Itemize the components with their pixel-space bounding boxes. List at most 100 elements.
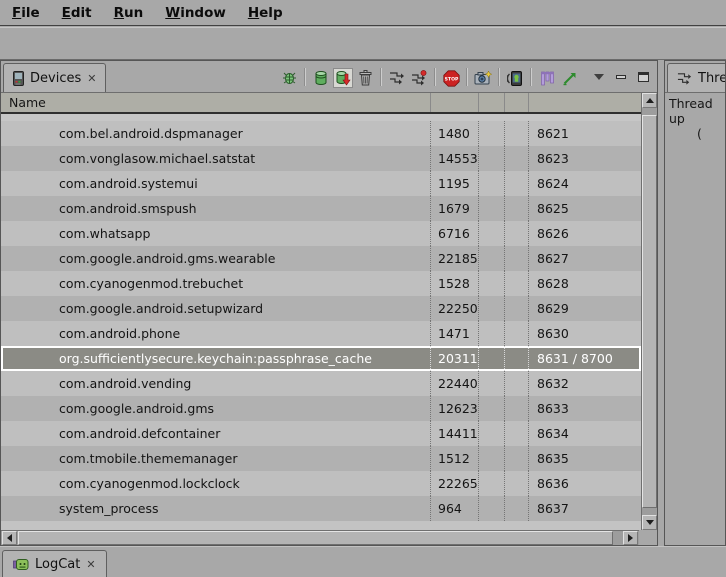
menu-item[interactable]: Edit <box>54 3 100 23</box>
view-menu-button[interactable] <box>591 69 607 85</box>
process-port: 8634 <box>529 421 641 446</box>
tab-threads[interactable]: Threads <box>667 63 726 92</box>
menu-item[interactable]: Window <box>157 3 234 23</box>
scroll-right-button[interactable] <box>623 531 638 545</box>
android-device-button[interactable] <box>505 68 525 88</box>
stop-process-button[interactable]: STOP <box>441 68 461 88</box>
table-row[interactable]: com.android.vending 22440 8632 <box>1 371 641 396</box>
table-row[interactable]: com.google.android.gms 12623 8633 <box>1 396 641 421</box>
process-name: com.android.vending <box>1 371 431 396</box>
process-col3 <box>479 271 505 296</box>
table-row[interactable]: com.bel.android.dspmanager 1480 8621 <box>1 121 641 146</box>
tab-devices-close-icon[interactable]: ✕ <box>87 72 96 85</box>
table-row[interactable]: com.google.android.gms.wearable 22185 86… <box>1 246 641 271</box>
table-row[interactable]: com.whatsapp 6716 8626 <box>1 221 641 246</box>
process-name: com.google.android.setupwizard <box>1 296 431 321</box>
table-row[interactable]: com.vonglasow.michael.satstat 14553 8623 <box>1 146 641 171</box>
menu-item[interactable]: File <box>4 3 48 23</box>
table-row[interactable]: com.cyanogenmod.lockclock 22265 8636 <box>1 471 641 496</box>
table-row[interactable]: com.android.systemui 1195 8624 <box>1 171 641 196</box>
process-col3 <box>479 396 505 421</box>
vertical-scrollbar[interactable] <box>641 93 657 530</box>
dump-hprof-button[interactable] <box>333 68 353 88</box>
process-name: system_process <box>1 496 431 521</box>
minimize-button[interactable] <box>613 69 629 85</box>
cause-gc-button[interactable] <box>355 68 375 88</box>
column-header-name[interactable]: Name <box>1 93 431 112</box>
tab-logcat-close-icon[interactable]: ✕ <box>86 558 95 571</box>
threads-message-line1: Thread up <box>669 96 725 126</box>
process-col4 <box>505 471 529 496</box>
update-heap-button[interactable] <box>311 68 331 88</box>
process-pid: 1195 <box>431 171 479 196</box>
column-header-c4[interactable] <box>505 93 529 112</box>
bug-icon <box>281 70 298 86</box>
process-col4 <box>505 496 529 521</box>
process-col4 <box>505 321 529 346</box>
partial-row-sliver <box>1 114 641 121</box>
process-port: 8627 <box>529 246 641 271</box>
threads-tabbar: Threads <box>665 61 725 93</box>
process-col3 <box>479 221 505 246</box>
process-name: org.sufficientlysecure.keychain:passphra… <box>1 346 431 371</box>
process-name: com.google.android.gms <box>1 396 431 421</box>
process-col4 <box>505 396 529 421</box>
toolbar-separator <box>380 68 382 86</box>
process-port: 8628 <box>529 271 641 296</box>
scroll-up-button[interactable] <box>642 93 657 108</box>
table-row[interactable]: com.tmobile.thememanager 1512 8635 <box>1 446 641 471</box>
table-row[interactable]: com.cyanogenmod.trebuchet 1528 8628 <box>1 271 641 296</box>
table-row[interactable]: system_process 964 8637 <box>1 496 641 521</box>
table-row[interactable]: com.android.phone 1471 8630 <box>1 321 641 346</box>
start-method-profiling-button[interactable] <box>409 68 429 88</box>
opengl-trace-button[interactable] <box>559 68 579 88</box>
threads-message: Thread up ( <box>665 93 725 141</box>
process-name: com.whatsapp <box>1 221 431 246</box>
scroll-down-button[interactable] <box>642 515 657 530</box>
column-header-port[interactable] <box>529 93 641 112</box>
horizontal-scrollbar[interactable] <box>1 530 639 545</box>
scroll-left-button[interactable] <box>2 531 17 545</box>
table-row[interactable]: org.sufficientlysecure.keychain:passphra… <box>1 346 641 371</box>
debug-process-button[interactable] <box>279 68 299 88</box>
horizontal-scroll-thumb[interactable] <box>18 531 613 545</box>
menu-item[interactable]: Run <box>106 3 152 23</box>
android-phone-icon <box>507 70 523 87</box>
process-pid: 20311 <box>431 346 479 371</box>
process-port: 8624 <box>529 171 641 196</box>
update-threads-button[interactable] <box>387 68 407 88</box>
arrow-right-icon <box>628 534 633 542</box>
screen-capture-button[interactable] <box>473 68 493 88</box>
toolbar-separator <box>434 68 436 86</box>
process-col3 <box>479 246 505 271</box>
table-row[interactable]: com.android.defcontainer 14411 8634 <box>1 421 641 446</box>
svg-text:STOP: STOP <box>444 76 458 82</box>
process-col4 <box>505 371 529 396</box>
process-name: com.android.defcontainer <box>1 421 431 446</box>
tab-logcat[interactable]: LogCat ✕ <box>2 550 107 577</box>
process-pid: 964 <box>431 496 479 521</box>
table-row[interactable]: com.google.android.setupwizard 22250 862… <box>1 296 641 321</box>
table-row[interactable]: com.android.smspush 1679 8625 <box>1 196 641 221</box>
process-col4 <box>505 271 529 296</box>
arrow-left-icon <box>7 534 12 542</box>
column-header-c3[interactable] <box>479 93 505 112</box>
threads-icon <box>677 71 692 86</box>
menu-item[interactable]: Help <box>240 3 291 23</box>
process-port: 8632 <box>529 371 641 396</box>
maximize-button[interactable] <box>635 69 651 85</box>
tab-devices-label: Devices <box>30 71 81 86</box>
vertical-scroll-thumb[interactable] <box>642 115 657 508</box>
minimize-icon <box>616 75 626 79</box>
process-col4 <box>505 121 529 146</box>
process-port: 8633 <box>529 396 641 421</box>
tab-devices[interactable]: Devices ✕ <box>3 63 106 92</box>
process-col4 <box>505 171 529 196</box>
trash-icon <box>359 70 372 86</box>
process-col4 <box>505 196 529 221</box>
devices-toolbar: STOP <box>279 68 657 92</box>
process-port: 8623 <box>529 146 641 171</box>
method-profiling-icon <box>411 70 427 86</box>
column-header-pid[interactable] <box>431 93 479 112</box>
dump-view-hierarchy-button[interactable] <box>537 68 557 88</box>
